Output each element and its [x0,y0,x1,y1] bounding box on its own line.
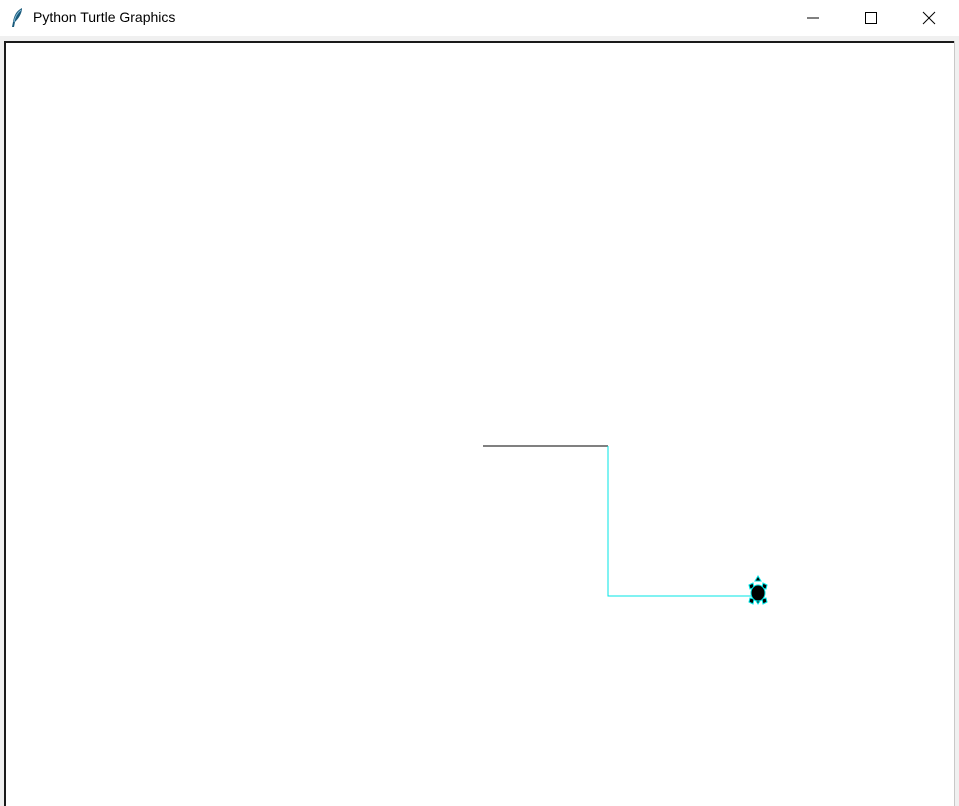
window-title: Python Turtle Graphics [33,9,176,25]
maximize-icon [865,12,877,24]
canvas-drawing [483,445,768,605]
title-bar[interactable]: Python Turtle Graphics [0,0,959,36]
close-button[interactable] [900,0,958,36]
close-icon [922,11,936,25]
turtle-cursor [748,575,768,605]
turtle-canvas[interactable] [4,41,954,806]
maximize-button[interactable] [842,0,900,36]
feather-icon [12,8,22,27]
minimize-button[interactable] [784,0,842,36]
window-right-border [954,41,959,806]
minimize-icon [807,17,819,19]
path-segment-cyan [607,446,757,597]
